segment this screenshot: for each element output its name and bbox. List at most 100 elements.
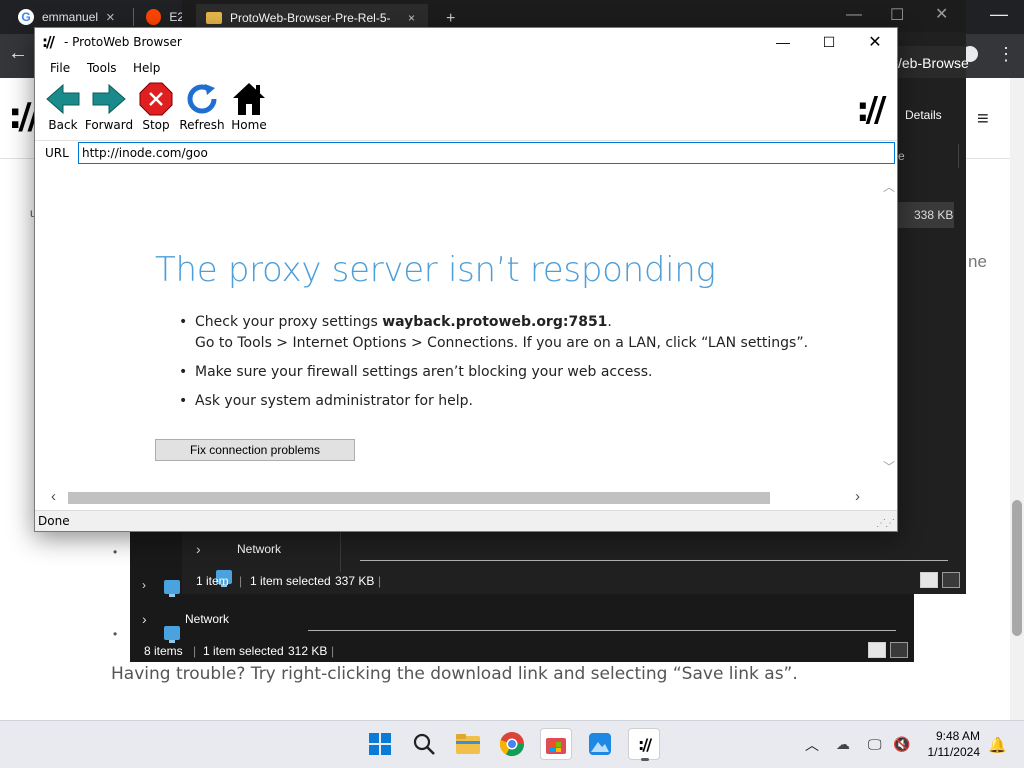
horizontal-scroll-thumb[interactable]: [68, 492, 770, 504]
clock-time[interactable]: 9:48 AM: [912, 729, 980, 743]
protoweb-window: :// - ProtoWeb Browser — ☐ ✕ File Tools …: [34, 27, 898, 532]
menu-file[interactable]: File: [50, 61, 70, 75]
back-label: Back: [48, 118, 78, 132]
tiles-view-icon[interactable]: [942, 572, 960, 588]
chrome-menu-icon[interactable]: ⋮: [997, 44, 1015, 65]
chevron-right-icon[interactable]: ›: [142, 578, 146, 592]
details-button[interactable]: Details: [905, 108, 942, 122]
back-button[interactable]: Back: [38, 82, 88, 136]
details-view-icon[interactable]: [920, 572, 938, 588]
start-icon[interactable]: [364, 728, 396, 760]
close-icon[interactable]: ×: [408, 11, 415, 25]
chrome-back-icon[interactable]: ←: [8, 42, 28, 65]
chevron-right-icon[interactable]: ›: [196, 541, 201, 557]
photos-icon[interactable]: [584, 728, 616, 760]
refresh-icon: [187, 84, 217, 114]
stop-icon: [139, 82, 173, 116]
address-partial: /eb-Browse: [898, 55, 969, 71]
url-bar: URL: [35, 140, 897, 166]
suggestion-admin: Ask your system administrator for help.: [179, 391, 819, 412]
home-label: Home: [231, 118, 267, 132]
item-count: 8 items: [144, 644, 183, 658]
scroll-up-icon[interactable]: ︿: [883, 178, 895, 195]
active-indicator: [641, 758, 649, 761]
explorer-maximize-icon[interactable]: ☐: [890, 5, 904, 25]
site-logo[interactable]: ://: [8, 96, 41, 137]
google-icon: G: [18, 9, 34, 25]
pane-divider: [340, 532, 341, 572]
explorer-tab-title: ProtoWeb-Browser-Pre-Rel-5-: [230, 11, 391, 25]
scroll-right-icon[interactable]: ›: [855, 488, 860, 505]
protoweb-logo-icon: ://: [42, 33, 55, 51]
proxy-address: wayback.protoweb.org:7851: [382, 314, 608, 330]
status-separator: |: [331, 644, 335, 658]
status-separator: |: [378, 574, 382, 588]
notification-bell-icon[interactable]: 🔔: [988, 736, 1007, 754]
resize-grip-icon[interactable]: ⋰⋰: [876, 518, 895, 529]
chevron-right-icon[interactable]: ›: [142, 611, 147, 627]
tiles-view-icon[interactable]: [890, 642, 908, 658]
clock-date[interactable]: 1/11/2024: [912, 745, 981, 759]
status-bar: Done ⋰⋰: [35, 510, 897, 531]
nav-network[interactable]: Network: [185, 612, 229, 626]
volume-muted-icon[interactable]: 🔇: [893, 736, 910, 753]
suggestion-text: Go to Tools > Internet Options > Connect…: [195, 335, 809, 351]
item-count: 1 item: [196, 574, 229, 588]
horizontal-scrollbar[interactable]: ‹ ›: [35, 488, 897, 506]
suggestion-text: Check your proxy settings: [195, 314, 383, 330]
error-heading: The proxy server isn’t responding: [155, 250, 716, 290]
close-icon[interactable]: ✕: [852, 28, 898, 56]
protoweb-taskbar-icon[interactable]: ://: [628, 728, 660, 761]
menu-help[interactable]: Help: [133, 61, 160, 75]
window-title: - ProtoWeb Browser: [64, 35, 182, 49]
suggestion-firewall: Make sure your firewall settings aren’t …: [179, 362, 819, 383]
network-status-icon[interactable]: 🖵: [868, 736, 882, 753]
scroll-down-icon[interactable]: ﹀: [883, 458, 895, 475]
cloud-icon[interactable]: ☁: [836, 736, 850, 753]
url-label: URL: [45, 146, 69, 160]
close-icon[interactable]: ×: [106, 9, 115, 26]
nav-network[interactable]: Network: [237, 542, 281, 556]
home-button[interactable]: Home: [224, 82, 274, 136]
bullet: •: [113, 545, 118, 559]
divider: [308, 630, 896, 631]
forward-label: Forward: [84, 118, 134, 132]
status-separator: |: [193, 644, 197, 658]
chevron-up-icon[interactable]: ︿: [805, 735, 819, 755]
bullet: •: [113, 627, 118, 641]
scroll-left-icon[interactable]: ‹: [51, 488, 56, 505]
new-tab-icon[interactable]: +: [446, 10, 455, 28]
url-input[interactable]: [78, 142, 895, 164]
reddit-icon: [146, 9, 162, 25]
explorer-minimize-icon[interactable]: —: [846, 6, 862, 24]
column-header-partial: e: [898, 149, 905, 163]
chrome-icon[interactable]: [496, 728, 528, 760]
stop-button[interactable]: Stop: [131, 82, 181, 136]
refresh-label: Refresh: [179, 118, 225, 132]
chrome-tab-label: emmanuel: [42, 10, 99, 24]
fix-connection-button[interactable]: Fix connection problems: [155, 439, 355, 461]
folder-icon: [456, 734, 480, 754]
details-view-icon[interactable]: [868, 642, 886, 658]
chrome-logo-icon: [499, 732, 524, 757]
stop-label: Stop: [142, 118, 170, 132]
file-explorer-icon[interactable]: [452, 728, 484, 760]
minimize-icon[interactable]: —: [760, 28, 806, 56]
menu-bar: File Tools Help: [35, 58, 897, 80]
forward-button[interactable]: Forward: [84, 82, 134, 136]
explorer-close-icon[interactable]: ✕: [935, 4, 948, 24]
maximize-icon[interactable]: ☐: [806, 28, 852, 56]
selection-size: 337 KB: [335, 574, 375, 588]
menu-tools[interactable]: Tools: [87, 61, 117, 75]
refresh-button[interactable]: Refresh: [177, 82, 227, 136]
windows-logo-icon: [369, 733, 391, 755]
hamburger-icon[interactable]: ≡: [977, 108, 989, 131]
search-icon[interactable]: [408, 728, 440, 760]
forward-arrow-icon: [92, 83, 126, 115]
chrome-minimize-icon[interactable]: —: [990, 4, 1008, 25]
error-suggestions: Check your proxy settings wayback.protow…: [179, 312, 819, 420]
suggestion-text: .: [607, 314, 612, 330]
chrome-scroll-thumb[interactable]: [1012, 500, 1022, 636]
store-icon[interactable]: [540, 728, 572, 760]
page-content: The proxy server isn’t responding Check …: [35, 166, 897, 486]
